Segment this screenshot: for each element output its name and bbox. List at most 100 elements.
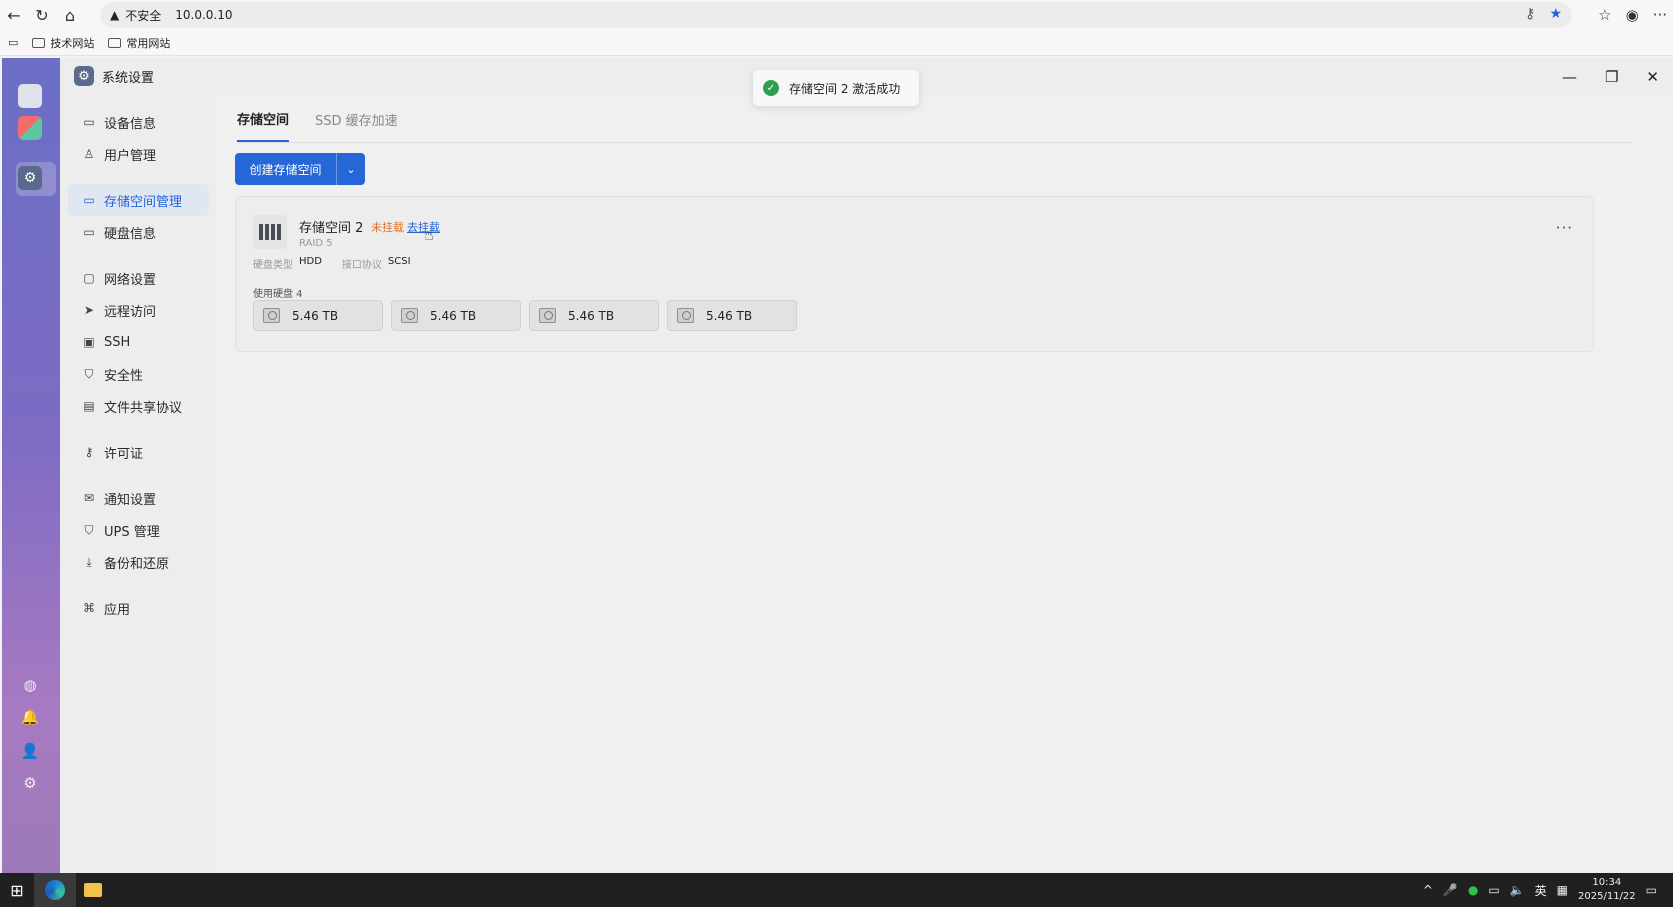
disk-size: 5.46 TB — [568, 308, 615, 323]
sidebar-item-label: 许可证 — [104, 446, 144, 462]
sidebar-item-label: 安全性 — [104, 368, 144, 384]
bookmark-folder[interactable]: 常用网站 — [108, 35, 170, 51]
sidebar-item-security[interactable]: ⛉ 安全性 — [68, 358, 209, 390]
pool-status-badge: 未挂载 — [371, 221, 404, 234]
sidebar-item-label: 硬盘信息 — [104, 226, 157, 242]
hdd-icon — [539, 308, 556, 323]
tab-ssd-cache[interactable]: SSD 缓存加速 — [315, 96, 398, 142]
disk-chip[interactable]: 5.46 TB — [253, 300, 383, 331]
create-storage-dropdown[interactable]: ⌄ — [337, 153, 365, 185]
favorite-star-icon[interactable]: ★ — [1549, 6, 1562, 22]
sidebar-item-label: 应用 — [104, 602, 131, 618]
hdd-icon — [677, 308, 694, 323]
key-icon[interactable]: ⚷ — [1525, 6, 1535, 22]
sidebar-item-notifications[interactable]: ✉ 通知设置 — [68, 482, 209, 514]
sidebar-item-label: SSH — [104, 334, 131, 350]
more-icon[interactable]: ··· — [1653, 6, 1667, 24]
sidebar-item-device-info[interactable]: ▭ 设备信息 — [68, 106, 209, 138]
pool-raid-level: RAID 5 — [299, 238, 333, 249]
address-bar[interactable]: ▲ 不安全 10.0.0.10 ⚷ ★ — [100, 2, 1572, 28]
warning-icon: ▲ — [110, 8, 120, 22]
clock-time: 10:34 — [1592, 877, 1622, 888]
disk-size: 5.46 TB — [706, 308, 753, 323]
storage-pool-card: 存储空间 2 未挂载 去挂载 RAID 5 ··· 硬盘类型 HDD 接口协议 … — [235, 196, 1594, 352]
pool-meta: 硬盘类型 HDD 接口协议 SCSI — [253, 256, 411, 271]
refresh-icon[interactable]: ↻ — [28, 1, 56, 29]
network-icon[interactable]: ▭ — [1488, 883, 1499, 897]
disk-chip[interactable]: 5.46 TB — [529, 300, 659, 331]
app-center-icon[interactable] — [18, 116, 42, 140]
notification-icon[interactable]: ▭ — [1646, 883, 1657, 897]
key-icon: ⚷ — [84, 445, 94, 459]
dock-settings-icon[interactable]: ⚙ — [18, 774, 42, 798]
file-icon: ▤ — [83, 399, 95, 413]
monitor-icon[interactable] — [18, 84, 42, 108]
check-circle-icon: ✓ — [763, 80, 779, 96]
clock[interactable]: 10:34 2025/11/22 — [1578, 876, 1636, 904]
wechat-icon[interactable]: ● — [1468, 883, 1478, 897]
sidebar-item-users[interactable]: ♙ 用户管理 — [68, 138, 209, 170]
ime-indicator[interactable]: 英 — [1535, 882, 1547, 899]
sidebar-item-label: 远程访问 — [104, 304, 157, 320]
home-icon[interactable]: ⌂ — [56, 1, 84, 29]
bookmark-folder[interactable]: 技术网站 — [32, 35, 94, 51]
disk-type-value: HDD — [299, 256, 322, 267]
calendar-icon[interactable]: ▦ — [1557, 883, 1568, 897]
disk-chip[interactable]: 5.46 TB — [391, 300, 521, 331]
tab-actions-icon[interactable]: ▭ — [8, 36, 18, 49]
close-icon[interactable]: ✕ — [1646, 68, 1659, 86]
sidebar-item-network[interactable]: ▢ 网络设置 — [68, 262, 209, 294]
window-title: ⚙ 系统设置 — [74, 66, 154, 86]
browser-toolbar: ← ↻ ⌂ ▲ 不安全 10.0.0.10 ⚷ ★ ☆ ◉ ··· — [0, 0, 1673, 30]
sidebar-item-backup[interactable]: ⤓ 备份和还原 — [68, 546, 209, 578]
device-icon: ▭ — [83, 115, 95, 129]
disk-chip[interactable]: 5.46 TB — [667, 300, 797, 331]
terminal-icon: ▣ — [83, 335, 95, 349]
disks-label: 使用硬盘 4 — [253, 289, 303, 300]
microphone-icon[interactable]: 🎤 — [1443, 883, 1458, 897]
tray-expand-icon[interactable]: ^ — [1423, 883, 1433, 897]
minimize-icon[interactable]: — — [1562, 68, 1577, 86]
sidebar-item-storage[interactable]: ▭ 存储空间管理 — [68, 184, 209, 216]
user-icon[interactable]: 👤 — [18, 742, 42, 766]
sidebar-item-label: UPS 管理 — [104, 524, 160, 540]
sidebar-item-license[interactable]: ⚷ 许可证 — [68, 436, 209, 468]
file-explorer-icon[interactable] — [76, 873, 110, 907]
sidebar-item-label: 备份和还原 — [104, 556, 170, 572]
window-controls: — ❐ ✕ — [1562, 68, 1659, 86]
sidebar-item-file-sharing[interactable]: ▤ 文件共享协议 — [68, 390, 209, 422]
folder-icon — [108, 37, 122, 48]
sidebar-item-disk-info[interactable]: ▭ 硬盘信息 — [68, 216, 209, 248]
settings-gear-icon[interactable]: ⚙ — [18, 166, 42, 190]
sidebar-item-ups[interactable]: ⛉ UPS 管理 — [68, 514, 209, 546]
sidebar-item-ssh[interactable]: ▣ SSH — [68, 326, 209, 358]
bell-icon[interactable]: 🔔 — [18, 708, 42, 732]
more-options-icon[interactable]: ··· — [1556, 219, 1573, 237]
create-storage-button[interactable]: 创建存储空间 — [235, 153, 337, 185]
edge-browser-icon[interactable] — [34, 873, 76, 907]
bookmark-label: 技术网站 — [50, 36, 95, 50]
sidebar-item-apps[interactable]: ⌘ 应用 — [68, 592, 209, 624]
sync-icon[interactable]: ◍ — [18, 676, 42, 700]
tab-storage-space[interactable]: 存储空间 — [237, 96, 290, 142]
settings-window: ⚙ 系统设置 — ❐ ✕ ▭ 设备信息 ♙ 用户管理 ▭ 存储空间管理 ▭ 硬盘信息 ▢… — [60, 58, 1673, 873]
profile-icon[interactable]: ◉ — [1626, 6, 1639, 24]
maximize-icon[interactable]: ❐ — [1605, 68, 1618, 86]
sidebar-item-label: 网络设置 — [104, 272, 157, 288]
favorites-icon[interactable]: ☆ — [1598, 6, 1611, 24]
windows-start-icon[interactable]: ⊞ — [0, 873, 34, 907]
sidebar-item-remote[interactable]: ➤ 远程访问 — [68, 294, 209, 326]
interface-value: SCSI — [387, 256, 411, 267]
ups-icon: ⛉ — [84, 522, 94, 537]
clock-date: 2025/11/22 — [1578, 891, 1636, 902]
disk-size: 5.46 TB — [292, 308, 339, 323]
tab-divider — [237, 142, 1632, 143]
main-content: 存储空间 SSD 缓存加速 创建存储空间 ⌄ 存储空间 2 未挂载 去挂载 RA… — [217, 96, 1673, 873]
bookmarks-bar: ▭ 技术网站 常用网站 — [0, 30, 1673, 56]
toast-message: 存储空间 2 激活成功 — [789, 81, 901, 96]
send-icon: ➤ — [83, 303, 95, 317]
desktop-dock: ⚙ ◍ 🔔 👤 ⚙ — [2, 58, 60, 873]
back-icon[interactable]: ← — [0, 1, 28, 29]
hdd-icon — [263, 308, 280, 323]
volume-icon[interactable]: 🔈 — [1510, 883, 1525, 897]
